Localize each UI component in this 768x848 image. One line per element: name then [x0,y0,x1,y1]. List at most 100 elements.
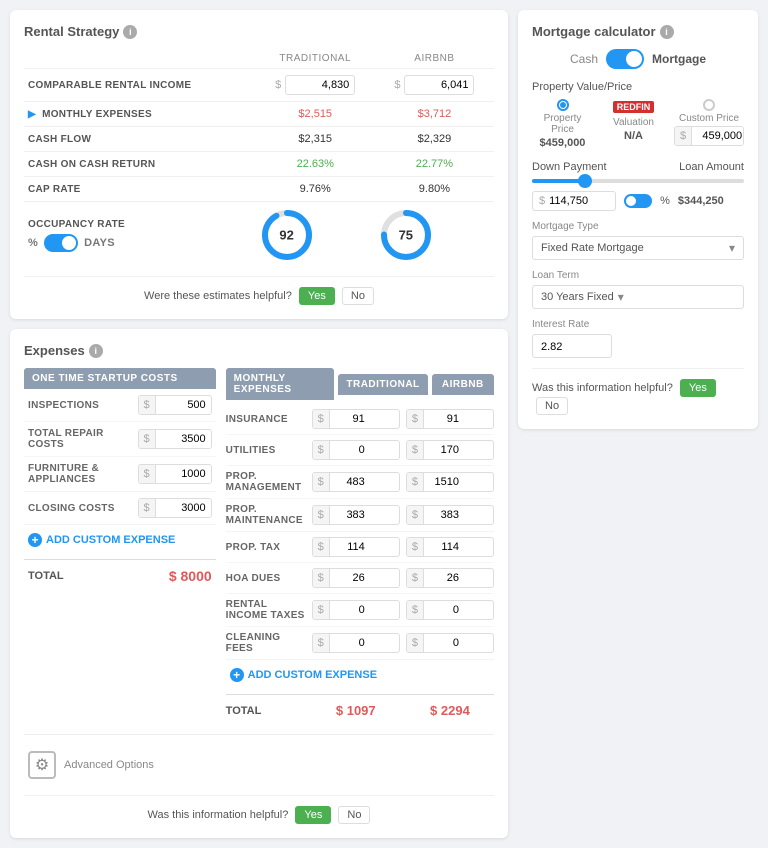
traditional-income-input[interactable] [285,75,355,95]
add-custom-monthly-button[interactable]: + ADD CUSTOM EXPENSE [226,660,494,690]
utilities-trad-input[interactable] [330,441,370,459]
prop-mgmt-trad-input[interactable] [330,473,370,491]
cleaning-trad-input[interactable] [330,634,370,652]
furniture-input[interactable] [156,465,211,483]
col-header-traditional: TRADITIONAL [256,49,375,69]
hoa-trad-input[interactable] [330,569,370,587]
expenses-no-button[interactable]: No [338,806,370,824]
custom-price-radio[interactable] [703,99,715,111]
loan-term-value: 30 Years Fixed [541,291,614,303]
loan-term-label: Loan Term [532,270,744,281]
occupancy-toggle: % Days [28,234,252,252]
cleaning-airbnb-input[interactable] [424,634,464,652]
list-item: INSPECTIONS $ [24,389,216,422]
down-payment-slider[interactable] [532,179,744,183]
list-item: INSURANCE $ $ [226,404,494,435]
expenses-info-icon[interactable]: i [89,344,103,358]
pct-label: % [660,195,670,207]
mortgage-type-select[interactable]: Fixed Rate Mortgage ▾ [532,236,744,260]
loan-amount-label: Loan Amount [679,161,744,173]
expenses-yes-button[interactable]: Yes [295,806,331,824]
pct-toggle [624,194,652,208]
monthly-total-row: TOTAL $ 1097 $ 2294 [226,694,494,726]
list-item: RENTAL INCOME TAXES $ $ [226,594,494,627]
list-item: PROP. MANAGEMENT $ $ [226,466,494,499]
mortgage-title: Mortgage calculator i [532,24,744,39]
repair-costs-input[interactable] [156,430,211,448]
table-row: CAP RATE 9.76% 9.80% [24,177,494,202]
loan-term-section: Loan Term 30 Years Fixed ▾ [532,270,744,309]
mortgage-no-button[interactable]: No [536,397,568,415]
startup-header: ONE TIME STARTUP COSTS [24,368,216,389]
rental-strategy-info-icon[interactable]: i [123,25,137,39]
table-row: CASH ON CASH RETURN 22.63% 22.77% [24,152,494,177]
rental-strategy-card: Rental Strategy i TRADITIONAL AIRBNB COM… [10,10,508,319]
col-header-traditional-monthly: TRADITIONAL [338,374,427,395]
mortgage-info-icon[interactable]: i [660,25,674,39]
expenses-title: Expenses i [24,343,494,358]
mortgage-type-label: Mortgage Type [532,221,744,232]
interest-rate-input[interactable] [541,341,603,353]
closing-costs-input[interactable] [156,499,211,517]
occupancy-donut-airbnb: 75 [379,208,433,262]
loan-amount-value: $344,250 [678,195,724,207]
rental-helpful-row: Were these estimates helpful? Yes No [24,276,494,305]
chevron-down-icon: ▾ [729,241,735,255]
list-item: UTILITIES $ $ [226,435,494,466]
custom-price-input[interactable] [692,127,744,145]
property-price-item: Property Price $459,000 [532,99,593,149]
rental-strategy-table: TRADITIONAL AIRBNB COMPARABLE RENTAL INC… [24,49,494,268]
add-custom-expense-button[interactable]: + ADD CUSTOM EXPENSE [24,525,216,555]
prop-maint-trad-input[interactable] [330,506,370,524]
hoa-airbnb-input[interactable] [424,569,464,587]
insurance-airbnb-input[interactable] [424,410,464,428]
col-header-airbnb: AIRBNB [375,49,494,69]
plus-circle-icon: + [230,668,244,682]
gear-icon: ⚙ [28,751,56,779]
down-payment-section: Down Payment Loan Amount $ [532,161,744,211]
plus-icon: + [28,533,42,547]
expenses-helpful-row: Was this information helpful? Yes No [24,795,494,824]
airbnb-income-input[interactable] [404,75,474,95]
inspections-input[interactable] [156,396,211,414]
list-item: PROP. TAX $ $ [226,532,494,563]
property-price-value: $459,000 [540,137,586,149]
interest-rate-label: Interest Rate [532,319,744,330]
prop-tax-trad-input[interactable] [330,538,370,556]
monthly-expenses-section: MONTHLY EXPENSES TRADITIONAL AIRBNB INSU… [226,368,494,726]
custom-price-item: Custom Price $ [674,99,744,146]
rental-tax-airbnb-input[interactable] [424,601,464,619]
prop-tax-airbnb-input[interactable] [424,538,464,556]
loan-term-chevron-icon: ▾ [618,290,624,304]
table-row: COMPARABLE RENTAL INCOME $ $ [24,69,494,102]
property-price-radio[interactable] [557,99,569,111]
property-value-label: Property Value/Price [532,81,744,93]
rental-strategy-title: Rental Strategy i [24,24,494,39]
cash-mortgage-toggle[interactable] [606,49,644,69]
custom-price-label: Custom Price [679,113,739,124]
list-item: HOA DUES $ $ [226,563,494,594]
redfin-badge: REDFIN [613,101,655,113]
list-item: PROP. MAINTENANCE $ $ [226,499,494,532]
down-payment-input[interactable] [549,195,609,207]
mortgage-type-section: Mortgage Type Fixed Rate Mortgage ▾ [532,221,744,260]
startup-costs-section: ONE TIME STARTUP COSTS INSPECTIONS $ [24,368,216,726]
cash-mortgage-toggle-row: Cash Mortgage [532,49,744,69]
rental-yes-button[interactable]: Yes [299,287,335,305]
loan-term-select[interactable]: 30 Years Fixed ▾ [532,285,744,309]
list-item: CLOSING COSTS $ [24,492,216,525]
prop-maint-airbnb-input[interactable] [424,506,464,524]
advanced-options-button[interactable]: ⚙ Advanced Options [24,743,494,787]
down-payment-label: Down Payment [532,161,607,173]
table-row: ▶ MONTHLY EXPENSES $2,515 $3,712 [24,102,494,127]
rental-tax-trad-input[interactable] [330,601,370,619]
property-price-label: Property Price [532,113,593,135]
insurance-trad-input[interactable] [330,410,370,428]
list-item: CLEANING FEES $ $ [226,627,494,660]
mortgage-yes-button[interactable]: Yes [680,379,716,397]
valuation-label: Valuation [613,117,654,128]
utilities-airbnb-input[interactable] [424,441,464,459]
prop-mgmt-airbnb-input[interactable] [424,473,464,491]
valuation-item: REDFIN Valuation N/A [603,99,664,142]
rental-no-button[interactable]: No [342,287,374,305]
